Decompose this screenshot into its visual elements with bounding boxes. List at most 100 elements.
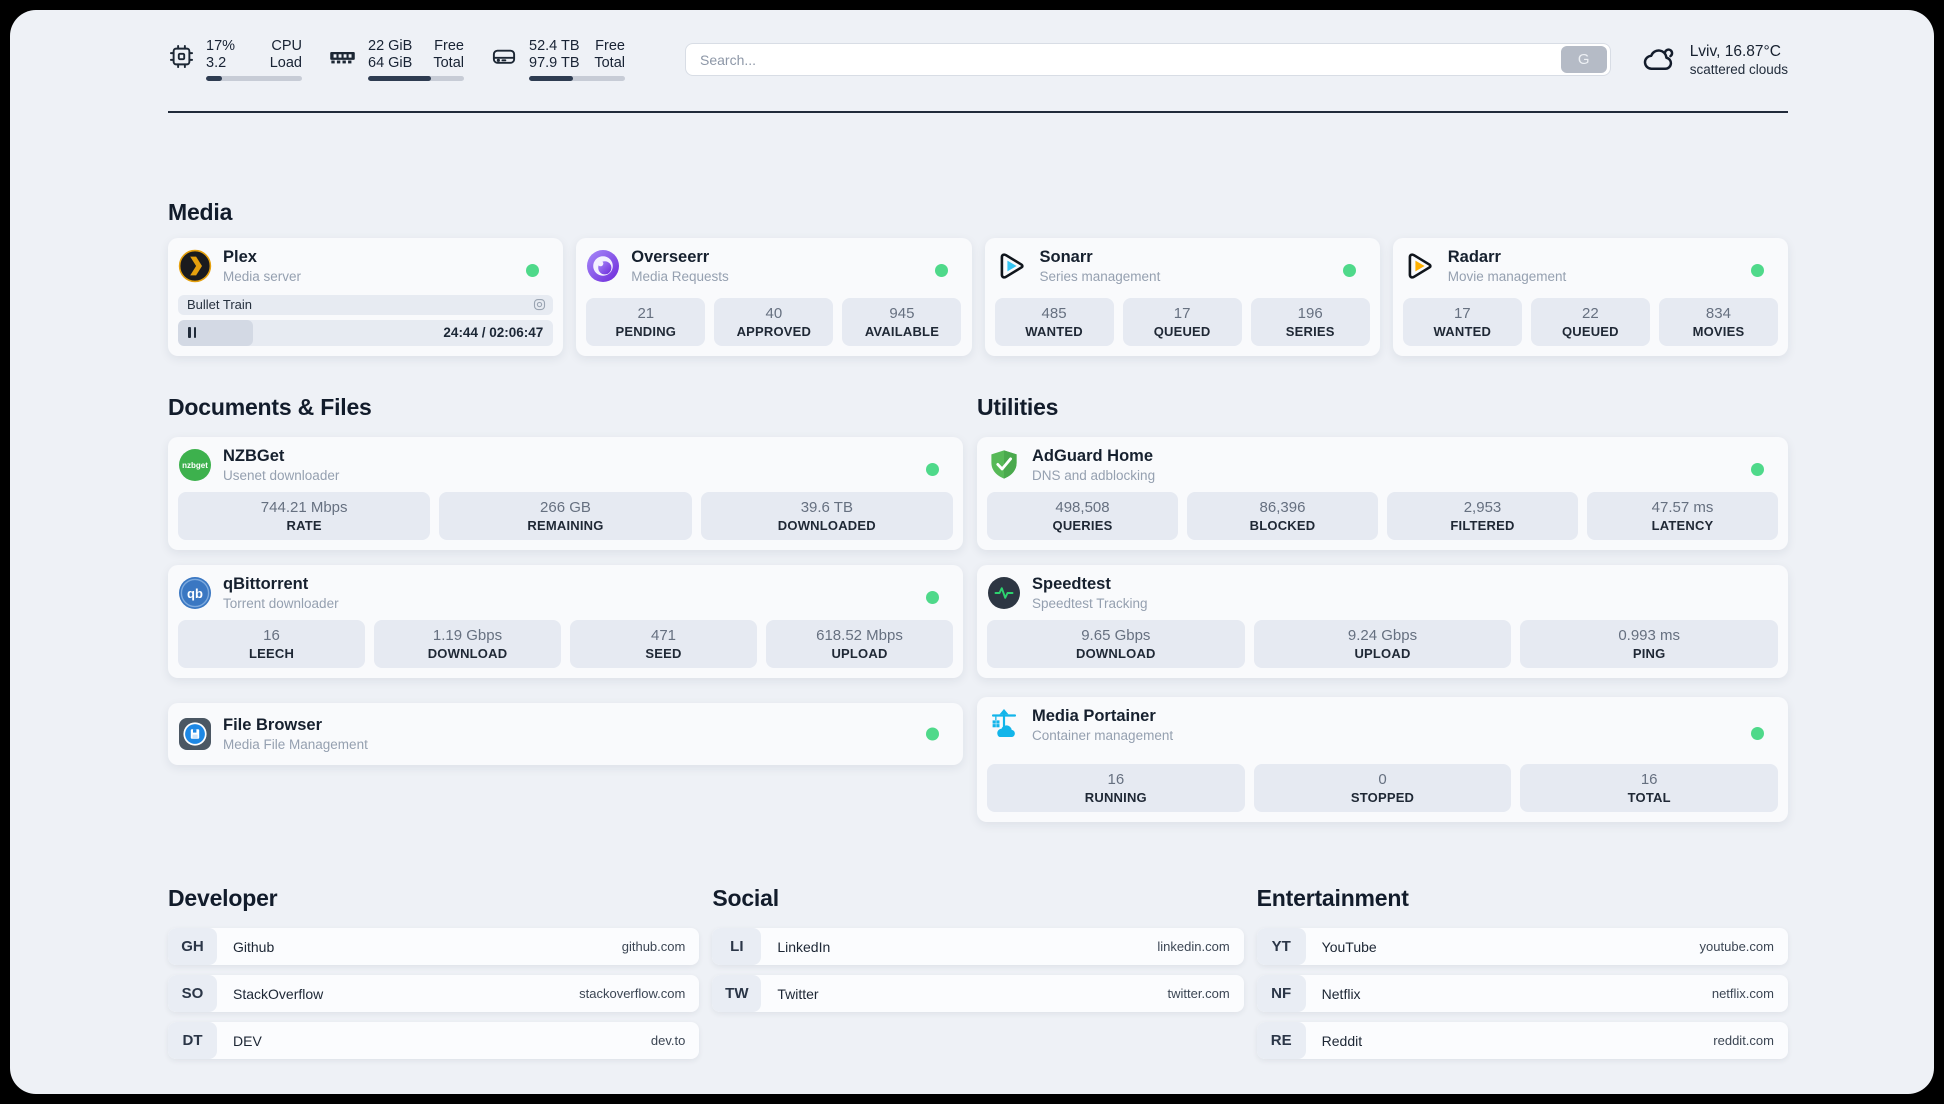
app-subtitle: Media server	[223, 268, 302, 284]
nzbget-icon: nzbget	[178, 448, 212, 482]
filebrowser-icon	[178, 717, 212, 751]
section-developer: Developer GH Github github.com SO StackO…	[168, 885, 700, 1059]
speedtest-card[interactable]: Speedtest Speedtest Tracking 9.65 Gbps DO…	[977, 565, 1788, 678]
status-dot	[926, 727, 939, 741]
overseerr-card[interactable]: Overseerr Media Requests 21 PENDING 40 APP…	[576, 238, 972, 356]
stat-box: 471 SEED	[570, 620, 757, 668]
radarr-card[interactable]: Radarr Movie management 17 WANTED 22 QUEUE…	[1392, 238, 1788, 356]
stat-box: 9.65 Gbps DOWNLOAD	[987, 620, 1245, 668]
documents-heading: Documents & Files	[168, 394, 372, 420]
search-engine-button[interactable]: G	[1560, 46, 1607, 73]
app-title: Media Portainer	[1032, 707, 1156, 725]
section-media: Media Plex Media server Bullet Train 24:…	[168, 199, 1788, 356]
nzbget-card[interactable]: nzbget NZBGet Usenet downloader 744.21 M…	[168, 437, 963, 550]
section-social: Social LI LinkedIn linkedin.com TW Twitt…	[712, 885, 1244, 1012]
pause-icon[interactable]	[188, 327, 196, 339]
cpu-usage-value: 17%	[206, 38, 236, 54]
cpu-icon	[168, 43, 195, 81]
reddit-initials-icon: RE	[1256, 1022, 1306, 1059]
section-documents: Documents & Files nzbget NZBGet Usenet d…	[168, 394, 963, 822]
app-title: Radarr	[1447, 248, 1501, 266]
stat-box: 9.24 Gbps UPLOAD	[1253, 620, 1512, 668]
qbittorrent-card[interactable]: qb qBittorrent Torrent downloader 16 LEE…	[168, 565, 963, 678]
svg-text:qb: qb	[187, 586, 203, 601]
playback-time: 24:44 / 02:06:47	[443, 325, 544, 341]
disk-progress-bar	[529, 76, 625, 81]
stat-box: 498,508 QUERIES	[987, 492, 1178, 540]
hard-drive-icon	[490, 43, 518, 81]
status-dot	[926, 591, 939, 604]
storage-widget: 52.4 TB 97.9 TB Free Total	[490, 38, 625, 81]
overseerr-icon	[586, 249, 620, 283]
now-playing-title: Bullet Train	[187, 297, 253, 313]
cpu-load-label: Load	[269, 55, 302, 71]
app-title: Overseerr	[631, 248, 710, 266]
entertainment-heading: Entertainment	[1256, 885, 1409, 911]
player-settings-icon[interactable]	[532, 297, 547, 312]
ram-progress-bar	[368, 76, 464, 81]
weather-location-temp: Lviv, 16.87°C	[1689, 42, 1781, 60]
stat-box: 0.993 ms PING	[1520, 620, 1779, 668]
plex-card[interactable]: Plex Media server Bullet Train 24:44 / 0…	[168, 238, 564, 356]
stat-box: 21 PENDING	[586, 298, 706, 346]
stat-box: 86,396 BLOCKED	[1187, 492, 1378, 540]
media-heading: Media	[168, 199, 233, 225]
stat-box: 16 LEECH	[178, 620, 365, 668]
bookmark-youtube[interactable]: YT YouTube youtube.com	[1256, 928, 1788, 965]
stat-box: 22 QUEUED	[1530, 298, 1650, 346]
ram-free-value: 22 GiB	[368, 38, 413, 54]
app-subtitle: Speedtest Tracking	[1032, 595, 1148, 611]
github-initials-icon: GH	[168, 928, 217, 965]
app-title: Sonarr	[1039, 248, 1093, 266]
stat-box: 2,953 FILTERED	[1387, 492, 1578, 540]
stat-box: 744.21 Mbps RATE	[178, 492, 431, 540]
plex-icon	[178, 249, 212, 283]
bookmark-netflix[interactable]: NF Netflix netflix.com	[1256, 975, 1788, 1012]
playback-progress-bar[interactable]: 24:44 / 02:06:47	[178, 319, 554, 346]
weather-condition: scattered clouds	[1689, 61, 1788, 77]
app-subtitle: Media Requests	[631, 268, 729, 284]
stat-box: 485 WANTED	[994, 298, 1114, 346]
dev-initials-icon: DT	[168, 1022, 217, 1059]
status-dot	[1342, 264, 1356, 277]
status-dot	[1751, 463, 1764, 476]
stat-box: 0 STOPPED	[1253, 764, 1512, 812]
portainer-card[interactable]: Media Portainer Container management 16 R…	[977, 697, 1788, 822]
cpu-load-value: 3.2	[206, 55, 227, 71]
stat-box: 618.52 Mbps UPLOAD	[766, 620, 953, 668]
memory-widget: 22 GiB 64 GiB Free Total	[328, 38, 464, 81]
app-subtitle: Movie management	[1447, 268, 1567, 284]
bookmark-stackoverflow[interactable]: SO StackOverflow stackoverflow.com	[168, 975, 700, 1012]
sonarr-card[interactable]: Sonarr Series management 485 WANTED 17 QUE…	[984, 238, 1380, 356]
disk-free-value: 52.4 TB	[529, 38, 580, 54]
utilities-heading: Utilities	[977, 394, 1059, 420]
bookmark-dev[interactable]: DT DEV dev.to	[168, 1022, 700, 1059]
stat-box: 40 APPROVED	[714, 298, 834, 346]
bookmark-github[interactable]: GH Github github.com	[168, 928, 700, 965]
svg-text:nzbget: nzbget	[182, 461, 208, 470]
social-heading: Social	[712, 885, 779, 911]
portainer-icon	[987, 708, 1021, 742]
stat-box: 17 WANTED	[1402, 298, 1522, 346]
bookmark-linkedin[interactable]: LI LinkedIn linkedin.com	[712, 928, 1244, 965]
section-entertainment: Entertainment YT YouTube youtube.com NF …	[1256, 885, 1788, 1059]
adguard-card[interactable]: AdGuard Home DNS and adblocking 498,508 Q…	[977, 437, 1788, 550]
header-divider	[168, 111, 1788, 113]
app-subtitle: Container management	[1032, 727, 1174, 743]
app-title: NZBGet	[223, 447, 285, 465]
stat-box: 16 TOTAL	[1520, 764, 1779, 812]
disk-free-label: Free	[595, 38, 625, 54]
sonarr-icon	[995, 249, 1029, 283]
ram-total-value: 64 GiB	[368, 55, 413, 71]
bookmark-twitter[interactable]: TW Twitter twitter.com	[712, 975, 1244, 1012]
bookmark-reddit[interactable]: RE Reddit reddit.com	[1256, 1022, 1788, 1059]
stat-box: 834 MOVIES	[1658, 298, 1778, 346]
stat-box: 16 RUNNING	[987, 764, 1245, 812]
ram-icon	[328, 43, 357, 81]
search-input[interactable]	[698, 50, 1561, 69]
filebrowser-card[interactable]: File Browser Media File Management	[168, 703, 963, 765]
app-subtitle: DNS and adblocking	[1032, 467, 1156, 483]
status-dot	[1751, 727, 1764, 740]
qbittorrent-icon: qb	[178, 576, 212, 610]
app-title: AdGuard Home	[1032, 447, 1154, 465]
